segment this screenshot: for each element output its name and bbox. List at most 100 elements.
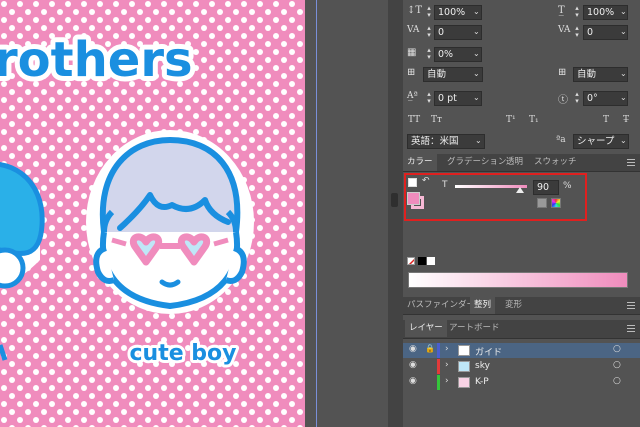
- none-slash-icon: [408, 258, 414, 264]
- black-swatch[interactable]: [418, 257, 426, 265]
- tab-swatches[interactable]: スウォッチ: [530, 154, 581, 171]
- align-panel-tabbar: パスファインダー 整列 変形: [403, 297, 640, 315]
- tab-pathfinder[interactable]: パスファインダー: [403, 297, 479, 314]
- default-colors-icon[interactable]: [408, 178, 417, 187]
- tsume-icon: ▦: [407, 47, 417, 58]
- eye-icon[interactable]: ◉: [409, 360, 417, 370]
- all-caps-button[interactable]: TT: [408, 115, 420, 125]
- layer-thumbnail: [458, 345, 470, 356]
- color-panel: ↶ T 90 %: [403, 172, 640, 296]
- chevron-down-icon[interactable]: ⌄: [620, 136, 627, 145]
- artboard[interactable]: rothers cute boy: [0, 0, 305, 427]
- character-row-aki: ⊞ 自動 ⌄ ⊞ 自動 ⌄: [403, 65, 640, 85]
- layer-color-bar: [437, 359, 440, 374]
- chevron-right-icon[interactable]: ›: [445, 360, 449, 370]
- type-style-buttons: TT Tт T¹ T₁ T T̶: [403, 112, 640, 132]
- highlight-box: [404, 173, 587, 221]
- document-canvas[interactable]: rothers cute boy: [0, 0, 325, 427]
- panel-menu-icon[interactable]: [627, 302, 635, 309]
- chevron-right-icon[interactable]: ›: [445, 344, 449, 354]
- stepper-icon[interactable]: ▴ ▾: [425, 25, 433, 39]
- superscript-button[interactable]: T¹: [506, 115, 516, 125]
- tint-channel-label: T: [442, 180, 448, 190]
- chevron-down-icon[interactable]: ⌄: [620, 69, 627, 78]
- stepper-icon[interactable]: ▴ ▾: [425, 47, 433, 61]
- layer-color-bar: [437, 375, 440, 390]
- stepper-icon[interactable]: ▴ ▾: [425, 91, 433, 105]
- layer-row-kp[interactable]: ◉ › K-P ○: [403, 375, 640, 390]
- baseline-shift-icon: A̲ª: [407, 91, 418, 101]
- eye-icon[interactable]: ◉: [409, 344, 417, 354]
- spot-color-icon[interactable]: [551, 198, 561, 208]
- chevron-down-icon[interactable]: ⌄: [620, 7, 627, 16]
- small-caps-button[interactable]: Tт: [431, 115, 442, 125]
- layer-name[interactable]: sky: [475, 361, 490, 371]
- none-color-swatch[interactable]: [407, 257, 415, 265]
- chevron-down-icon[interactable]: ⌄: [620, 93, 627, 102]
- layer-name[interactable]: K-P: [475, 377, 489, 387]
- strikethrough-button[interactable]: T̶: [623, 115, 629, 125]
- white-swatch[interactable]: [427, 257, 435, 265]
- fill-swatch[interactable]: [407, 192, 420, 205]
- aki-left-icon: ⊞: [407, 67, 416, 78]
- color-panel-tabbar: カラー グラデーション 透明 スウォッチ: [403, 154, 640, 172]
- tab-transparency[interactable]: 透明: [502, 154, 527, 171]
- chevron-down-icon[interactable]: ⌄: [620, 27, 627, 36]
- layer-name[interactable]: ガイド: [475, 345, 502, 358]
- character-row-baseline: A̲ª ▴ ▾ 0 pt ⌄ ⓣ ▴ ▾ 0° ⌄: [403, 89, 640, 109]
- rotation-icon: ⓣ: [558, 95, 568, 106]
- target-icon[interactable]: ○: [613, 344, 621, 354]
- stepper-icon[interactable]: ▴ ▾: [573, 25, 581, 39]
- tracking-icon: VA: [558, 25, 571, 35]
- stepper-icon[interactable]: ▴ ▾: [573, 5, 581, 19]
- antialias-icon: ªa: [556, 135, 566, 145]
- character-row-kerning: VA ▴ ▾ 0 ⌄ VA ▴ ▾ 0 ⌄: [403, 23, 640, 43]
- tab-color[interactable]: カラー: [403, 154, 437, 171]
- tint-value-field[interactable]: 90: [533, 180, 559, 195]
- stepper-icon[interactable]: ▴ ▾: [573, 91, 581, 105]
- panel-menu-icon[interactable]: [627, 325, 635, 332]
- tint-slider-handle[interactable]: [516, 187, 524, 193]
- font-size-icon: ↕T: [407, 5, 423, 16]
- subscript-button[interactable]: T₁: [529, 115, 539, 125]
- eye-icon[interactable]: ◉: [409, 376, 417, 386]
- lock-icon[interactable]: 🔒: [425, 344, 435, 353]
- chevron-down-icon[interactable]: ⌄: [475, 136, 482, 145]
- tab-transform[interactable]: 変形: [501, 297, 526, 314]
- tab-align[interactable]: 整列: [470, 297, 496, 314]
- layer-thumbnail: [458, 361, 470, 372]
- chevron-down-icon[interactable]: ⌄: [473, 69, 480, 78]
- target-icon[interactable]: ○: [613, 376, 621, 386]
- chevron-down-icon[interactable]: ⌄: [473, 49, 480, 58]
- boy-character: [86, 130, 254, 314]
- underline-button[interactable]: T: [603, 115, 609, 125]
- tab-artboards[interactable]: アートボード: [445, 320, 504, 337]
- language-select[interactable]: 英語：米国: [407, 134, 485, 149]
- layer-row-sky[interactable]: ◉ › sky ○: [403, 359, 640, 374]
- artwork-caption: cute boy: [129, 341, 236, 366]
- horizontal-scale-icon: T̲: [558, 5, 565, 16]
- stepper-icon[interactable]: ▴ ▾: [425, 5, 433, 19]
- chevron-down-icon[interactable]: ⌄: [473, 93, 480, 102]
- layer-thumbnail: [458, 377, 470, 388]
- tint-percent-label: %: [563, 181, 572, 191]
- tab-layers[interactable]: レイヤー: [405, 320, 447, 337]
- layers-panel-tabbar: レイヤー アートボード: [403, 320, 640, 339]
- artwork-title: rothers: [0, 32, 193, 88]
- target-icon[interactable]: ○: [613, 360, 621, 370]
- tab-gradient[interactable]: グラデーション: [443, 154, 510, 171]
- convert-to-process-icon[interactable]: [537, 198, 547, 208]
- layer-row-guide[interactable]: ◉ 🔒 › ガイド ○: [403, 343, 640, 358]
- panel-dock-edge[interactable]: [388, 0, 403, 427]
- color-ramp[interactable]: [408, 272, 628, 288]
- panel-menu-icon[interactable]: [627, 159, 635, 166]
- guide-line[interactable]: [316, 0, 317, 427]
- kerning-icon: VA: [407, 25, 420, 35]
- artwork: rothers cute boy: [0, 0, 305, 427]
- dock-collapse-handle[interactable]: [391, 193, 398, 207]
- chevron-down-icon[interactable]: ⌄: [473, 27, 480, 36]
- chevron-down-icon[interactable]: ⌄: [473, 7, 480, 16]
- layer-color-bar: [437, 343, 440, 358]
- swap-colors-icon[interactable]: ↶: [422, 176, 430, 186]
- chevron-right-icon[interactable]: ›: [445, 376, 449, 386]
